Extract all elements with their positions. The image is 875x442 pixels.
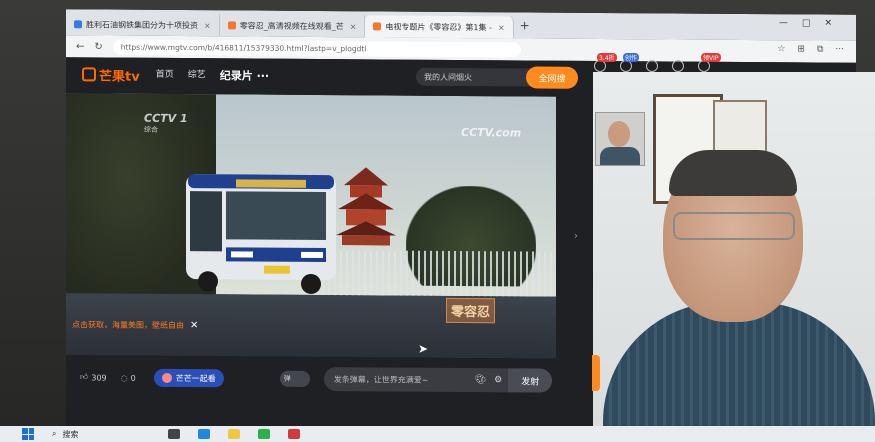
vip-icon[interactable]: 3.4折 <box>594 53 617 72</box>
window-controls[interactable]: —□✕ <box>779 18 846 28</box>
nav-variety[interactable]: 综艺 <box>188 67 206 83</box>
close-icon[interactable]: ✕ <box>190 320 198 331</box>
tab-2[interactable]: 零容忍_高清视频在线观看_芒 × <box>219 14 366 38</box>
mango-logo-icon <box>82 67 96 82</box>
nav-documentary[interactable]: 纪录片 ··· <box>220 67 269 83</box>
message-icon[interactable]: 领VIP <box>698 53 721 72</box>
extensions-icon[interactable]: ⧉ <box>817 44 823 54</box>
watch-together-button[interactable]: 芒芒一起看 <box>153 368 224 388</box>
browser-toolbar: ☆ ⊞ ⧉ ··· <box>777 44 844 54</box>
site-header: 芒果tv 首页 综艺 纪录片 ··· 我的人间烟火 全网搜 <box>66 57 606 95</box>
tab-favicon-icon <box>227 21 236 30</box>
player-controls: 👍︎ 309 ◌ 0 芒芒一起看 弹 发条弹幕，让世界充满爱~ 🎨︎ ⚙︎ 发射 <box>66 357 596 401</box>
create-icon[interactable]: 创作 <box>620 53 640 72</box>
new-tab-button[interactable]: + <box>520 18 530 32</box>
windows-start-icon[interactable] <box>22 428 34 440</box>
menu-icon[interactable]: ··· <box>835 45 844 55</box>
mouse-cursor-icon: ➤ <box>418 341 429 356</box>
chevron-right-icon[interactable]: › <box>574 231 578 242</box>
vip-offer-badge: 领VIP <box>701 53 721 62</box>
nav-home[interactable]: 首页 <box>156 67 174 83</box>
favorites-icon[interactable]: ☆ <box>777 44 785 54</box>
glasses-shape <box>673 212 795 240</box>
back-icon[interactable]: ← <box>76 41 84 52</box>
danmaku-toggle[interactable]: 弹 <box>279 370 310 387</box>
close-icon[interactable]: × <box>350 22 357 31</box>
tab-label: 零容忍_高清视频在线观看_芒 <box>239 20 344 31</box>
palette-icon[interactable]: 🎨︎ <box>475 375 486 385</box>
collections-icon[interactable]: ⊞ <box>797 44 805 54</box>
search-button[interactable]: 全网搜 <box>526 66 578 89</box>
person-face <box>608 121 630 147</box>
close-icon[interactable]: × <box>498 23 505 32</box>
history-icon[interactable] <box>646 60 658 72</box>
video-player[interactable]: CCTV 1 综合 CCTV.com 零容忍 点击获取，海量美图，壁纸自由 ✕ … <box>66 93 556 359</box>
cctv1-logo: CCTV 1 综合 <box>144 111 188 134</box>
danmaku-tools: 🎨︎ ⚙︎ <box>468 368 509 393</box>
comment-count: 0 <box>130 373 136 383</box>
side-panel-tab[interactable] <box>592 355 600 391</box>
thumbs-up-icon: 👍︎ <box>80 372 89 382</box>
site-nav: 首页 综艺 纪录片 ··· <box>156 67 269 84</box>
promo-banner: 点击获取，海量美图，壁纸自由 ✕ <box>66 319 198 331</box>
style-icon[interactable]: ⚙︎ <box>494 375 502 385</box>
vip-badge: 3.4折 <box>597 53 617 62</box>
url-field[interactable]: https://www.mgtv.com/b/416811/15379330.h… <box>112 39 521 57</box>
video-fence <box>316 249 556 302</box>
cctv-com-logo: CCTV.com <box>461 126 522 140</box>
search-input[interactable]: 我的人间烟火 <box>416 67 534 87</box>
person-body <box>600 147 640 165</box>
presenter-hair <box>669 150 797 196</box>
like-button[interactable]: 👍︎ 309 <box>80 372 107 382</box>
app-icon[interactable] <box>168 429 181 439</box>
comment-button[interactable]: ◌ 0 <box>121 373 136 382</box>
taskbar-search[interactable]: ⌕ 搜索 <box>52 429 78 440</box>
presenter-shirt <box>603 302 875 442</box>
site-logo[interactable]: 芒果tv <box>82 65 140 84</box>
download-icon[interactable] <box>672 60 684 72</box>
tab-label: 胜利石油钢铁集团分为十项投资 <box>86 19 198 30</box>
site-user-icons: 3.4折 创作 领VIP <box>594 53 721 72</box>
watch-together-label: 芒芒一起看 <box>175 373 216 383</box>
title-stamp: 零容忍 <box>446 297 496 324</box>
bus-shape <box>186 174 336 294</box>
wps-icon[interactable] <box>288 429 301 439</box>
logo-text: 芒果tv <box>99 68 140 85</box>
create-badge: 创作 <box>623 53 640 62</box>
promo-text[interactable]: 点击获取，海量美图，壁纸自由 <box>72 319 184 331</box>
send-danmaku-button[interactable]: 发射 <box>508 368 553 393</box>
wechat-icon[interactable] <box>258 429 271 439</box>
edge-icon[interactable] <box>198 429 211 439</box>
tab-favicon-icon <box>74 20 82 29</box>
search-icon: ⌕ <box>52 429 57 438</box>
tab-favicon-icon <box>373 22 382 31</box>
refresh-icon[interactable]: ↻ <box>94 41 102 52</box>
danmaku-input[interactable]: 发条弹幕，让世界充满爱~ <box>323 367 469 393</box>
windows-taskbar: ⌕ 搜索 <box>0 426 875 442</box>
like-count: 309 <box>91 372 107 383</box>
comment-icon: ◌ <box>120 373 128 383</box>
taskbar-search-label: 搜索 <box>62 429 79 439</box>
webcam-overlay <box>593 72 875 442</box>
webcam-thumbnail <box>595 112 645 166</box>
tab-label: 电视专题片《零容忍》第1集 - <box>385 21 492 32</box>
tab-1[interactable]: 胜利石油钢铁集团分为十项投资 × <box>66 13 220 37</box>
folder-icon[interactable] <box>228 429 241 439</box>
close-icon[interactable]: × <box>204 21 211 30</box>
taskbar-apps <box>168 429 301 439</box>
avatar <box>161 372 172 383</box>
tab-3[interactable]: 电视专题片《零容忍》第1集 - × <box>365 15 514 39</box>
